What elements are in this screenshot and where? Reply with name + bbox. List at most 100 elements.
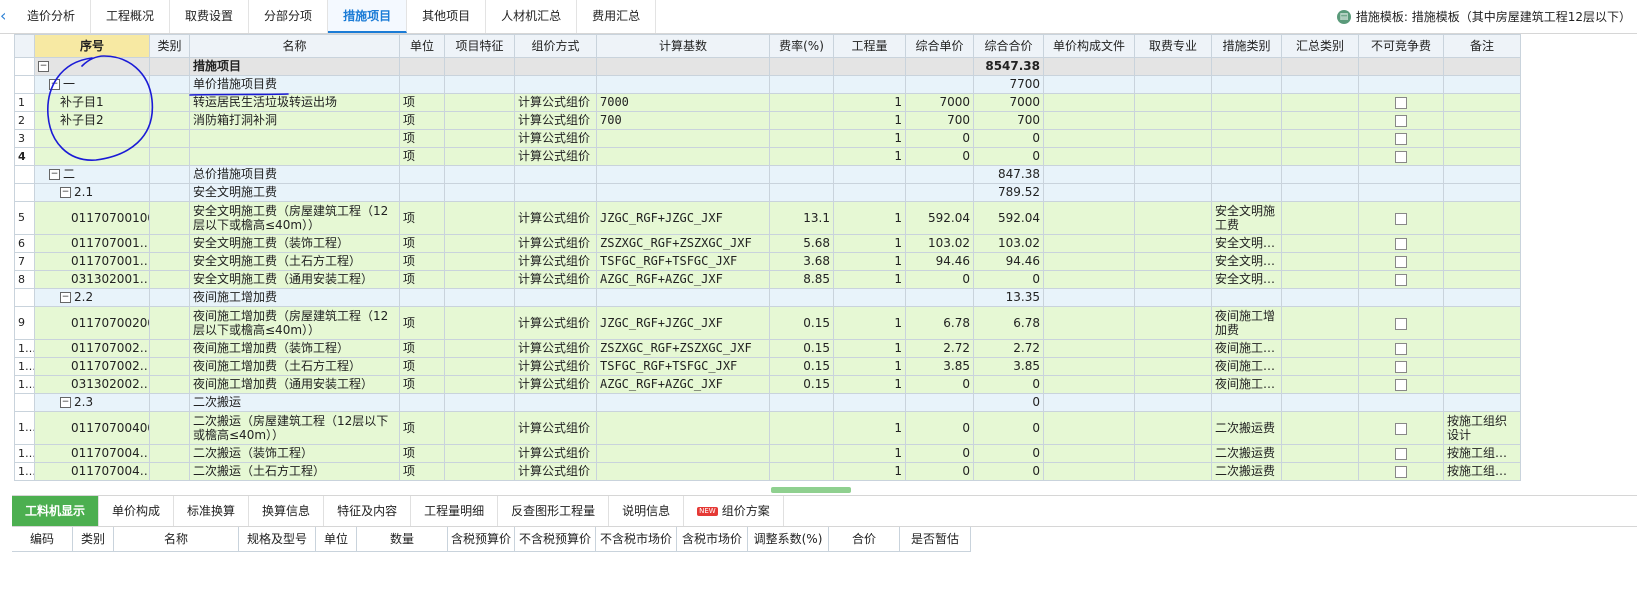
unit-price-cell[interactable]: 0 (905, 270, 974, 289)
calc-base-cell[interactable]: ZSZXGC_RGF+ZSZXGC_JXF (596, 339, 770, 358)
seq-cell[interactable]: 031302001… (34, 270, 150, 289)
measure-category-cell[interactable]: 二次搬运费 (1211, 411, 1282, 445)
column-header-4[interactable]: 项目特征 (444, 34, 515, 58)
pricing-method-cell[interactable] (514, 165, 597, 184)
total-price-cell[interactable]: 847.38 (973, 165, 1044, 184)
pricing-method-cell[interactable]: 计算公式组价 (514, 129, 597, 148)
table-row[interactable]: 2 补子目2 消防箱打洞补洞项计算公式组价 700 1 700 700 (14, 111, 1521, 130)
pricing-method-cell[interactable]: 计算公式组价 (514, 411, 597, 445)
collapse-toggle-icon[interactable]: − (49, 79, 60, 90)
unit-price-cell[interactable]: 592.04 (905, 201, 974, 235)
fee-specialty-cell[interactable] (1134, 375, 1212, 394)
tab-4[interactable]: 措施项目 (328, 0, 408, 33)
calc-base-cell[interactable] (596, 444, 770, 463)
total-price-cell[interactable]: 0 (973, 270, 1044, 289)
remark-cell[interactable] (1443, 234, 1521, 253)
table-row[interactable]: 10 011707002… 夜间施工增加费（装饰工程）项 计算公式组价 ZSZXGC_R… (14, 339, 1521, 358)
non-competitive-cell[interactable] (1358, 147, 1444, 166)
table-row[interactable]: −2.3 二次搬运 0 (14, 393, 1521, 412)
price-file-cell[interactable] (1043, 339, 1135, 358)
column-header-8[interactable]: 工程量 (833, 34, 906, 58)
quantity-cell[interactable] (833, 75, 906, 94)
table-row[interactable]: 4 项计算公式组价 1 0 0 (14, 147, 1521, 166)
feature-cell[interactable] (444, 129, 515, 148)
template-selector[interactable]: ▤ 措施模板: 措施模板（其中房屋建筑工程12层以下） (1336, 8, 1631, 26)
resource-column-header-6[interactable]: 含税预算价 (448, 527, 515, 551)
unit-cell[interactable] (399, 288, 445, 307)
calc-base-cell[interactable]: AZGC_RGF+AZGC_JXF (596, 270, 770, 289)
name-cell[interactable]: 单价措施项目费 (189, 75, 400, 94)
seq-cell[interactable]: 011707001… (34, 252, 150, 271)
rate-cell[interactable] (769, 183, 834, 202)
measure-category-cell[interactable] (1211, 93, 1282, 112)
table-row[interactable]: −2.2 夜间施工增加费 13.35 (14, 288, 1521, 307)
summary-category-cell[interactable] (1281, 339, 1359, 358)
category-cell[interactable] (149, 201, 190, 235)
measure-category-cell[interactable]: 二次搬运费 (1211, 444, 1282, 463)
calc-base-cell[interactable]: 7000 (596, 93, 770, 112)
pricing-method-cell[interactable]: 计算公式组价 (514, 444, 597, 463)
remark-cell[interactable] (1443, 165, 1521, 184)
price-file-cell[interactable] (1043, 444, 1135, 463)
category-cell[interactable] (149, 444, 190, 463)
total-price-cell[interactable]: 7000 (973, 93, 1044, 112)
category-cell[interactable] (149, 270, 190, 289)
summary-category-cell[interactable] (1281, 270, 1359, 289)
non-competitive-cell[interactable] (1358, 462, 1444, 481)
quantity-cell[interactable] (833, 183, 906, 202)
fee-specialty-cell[interactable] (1134, 270, 1212, 289)
name-cell[interactable] (189, 147, 400, 166)
non-competitive-checkbox[interactable] (1395, 422, 1407, 435)
calc-base-cell[interactable] (596, 147, 770, 166)
resource-column-header-8[interactable]: 不含税市场价 (596, 527, 677, 551)
non-competitive-checkbox[interactable] (1395, 96, 1407, 109)
summary-category-cell[interactable] (1281, 147, 1359, 166)
non-competitive-checkbox[interactable] (1395, 273, 1407, 286)
total-price-cell[interactable]: 13.35 (973, 288, 1044, 307)
non-competitive-cell[interactable] (1358, 411, 1444, 445)
bottom-tab-1[interactable]: 单价构成 (99, 496, 175, 526)
calc-base-cell[interactable]: JZGC_RGF+JZGC_JXF (596, 306, 770, 340)
non-competitive-checkbox[interactable] (1395, 317, 1407, 330)
pricing-method-cell[interactable]: 计算公式组价 (514, 462, 597, 481)
unit-cell[interactable]: 项 (399, 129, 445, 148)
non-competitive-checkbox[interactable] (1395, 212, 1407, 225)
non-competitive-checkbox[interactable] (1395, 465, 1407, 478)
unit-price-cell[interactable]: 2.72 (905, 339, 974, 358)
fee-specialty-cell[interactable] (1134, 183, 1212, 202)
unit-price-cell[interactable]: 6.78 (905, 306, 974, 340)
category-cell[interactable] (149, 375, 190, 394)
total-price-cell[interactable]: 0 (973, 462, 1044, 481)
bottom-tab-5[interactable]: 工程量明细 (411, 496, 499, 526)
feature-cell[interactable] (444, 183, 515, 202)
calc-base-cell[interactable] (596, 393, 770, 412)
unit-cell[interactable]: 项 (399, 252, 445, 271)
summary-category-cell[interactable] (1281, 462, 1359, 481)
measure-category-cell[interactable]: 安全文明施工费 (1211, 201, 1282, 235)
total-price-cell[interactable]: 2.72 (973, 339, 1044, 358)
total-price-cell[interactable]: 8547.38 (973, 57, 1044, 76)
total-price-cell[interactable]: 789.52 (973, 183, 1044, 202)
name-cell[interactable]: 总价措施项目费 (189, 165, 400, 184)
fee-specialty-cell[interactable] (1134, 444, 1212, 463)
name-cell[interactable]: 二次搬运（房屋建筑工程（12层以下或檐高≤40m）） (189, 411, 400, 445)
column-header-6[interactable]: 计算基数 (596, 34, 770, 58)
remark-cell[interactable] (1443, 357, 1521, 376)
unit-cell[interactable]: 项 (399, 93, 445, 112)
non-competitive-cell[interactable] (1358, 75, 1444, 94)
table-row[interactable]: 11 011707002… 夜间施工增加费（土石方工程）项 计算公式组价 TSFGC_R… (14, 357, 1521, 376)
remark-cell[interactable] (1443, 201, 1521, 235)
name-cell[interactable]: 夜间施工增加费（通用安装工程） (189, 375, 400, 394)
measure-category-cell[interactable]: 夜间施工… (1211, 339, 1282, 358)
unit-cell[interactable]: 项 (399, 462, 445, 481)
category-cell[interactable] (149, 165, 190, 184)
price-file-cell[interactable] (1043, 234, 1135, 253)
seq-cell[interactable]: − 二 (34, 165, 150, 184)
summary-category-cell[interactable] (1281, 165, 1359, 184)
resource-column-header-11[interactable]: 合价 (829, 527, 900, 551)
resource-column-header-10[interactable]: 调整系数(%) (748, 527, 829, 551)
pricing-method-cell[interactable]: 计算公式组价 (514, 339, 597, 358)
column-header-7[interactable]: 费率(%) (769, 34, 834, 58)
non-competitive-checkbox[interactable] (1395, 342, 1407, 355)
unit-price-cell[interactable]: 7000 (905, 93, 974, 112)
